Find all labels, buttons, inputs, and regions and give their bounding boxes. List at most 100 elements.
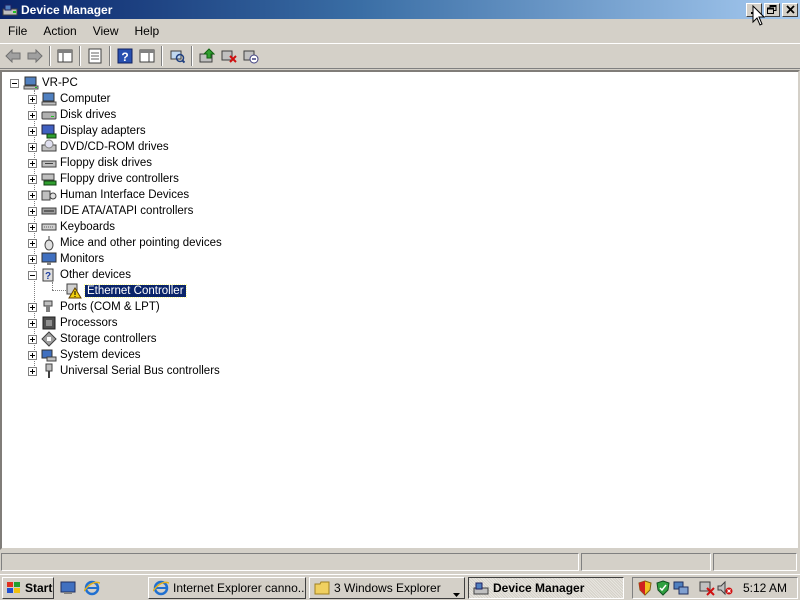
start-button[interactable]: Start bbox=[2, 576, 54, 599]
help-icon[interactable]: ? bbox=[114, 45, 136, 67]
tree-device-item[interactable]: Ethernet Controller bbox=[66, 283, 187, 299]
network-disconnected-icon[interactable] bbox=[699, 580, 715, 596]
mouse-icon bbox=[41, 235, 57, 251]
update-driver-icon[interactable] bbox=[196, 45, 218, 67]
show-hide-action-pane-icon[interactable] bbox=[136, 45, 158, 67]
computer-icon bbox=[23, 75, 39, 91]
show-hide-tree-icon[interactable] bbox=[54, 45, 76, 67]
folder-icon bbox=[314, 580, 330, 596]
tree-item-label: Mice and other pointing devices bbox=[60, 237, 222, 249]
expand-toggle[interactable] bbox=[28, 222, 37, 232]
expand-toggle[interactable] bbox=[28, 366, 37, 376]
tree-category[interactable]: Disk drives bbox=[28, 107, 116, 123]
network-icon[interactable] bbox=[673, 580, 689, 596]
task-device-manager[interactable]: Device Manager bbox=[468, 576, 624, 599]
tree-category[interactable]: Keyboards bbox=[28, 219, 115, 235]
taskbar: Start Internet Explorer canno... 3 Windo… bbox=[0, 574, 800, 600]
tree-item-label: Disk drives bbox=[60, 109, 117, 121]
port-icon bbox=[41, 299, 57, 315]
tree-category[interactable]: Universal Serial Bus controllers bbox=[28, 363, 220, 379]
tree-category[interactable]: Human Interface Devices bbox=[28, 187, 189, 203]
svg-text:?: ? bbox=[121, 50, 128, 64]
back-icon[interactable] bbox=[2, 45, 24, 67]
forward-icon[interactable] bbox=[24, 45, 46, 67]
unknown-device-icon: ? bbox=[41, 267, 57, 283]
tree-category[interactable]: Monitors bbox=[28, 251, 104, 267]
disable-icon[interactable] bbox=[240, 45, 262, 67]
menu-help[interactable]: Help bbox=[127, 24, 168, 38]
warning-device-icon bbox=[66, 283, 82, 299]
tree-root[interactable]: VR-PC bbox=[10, 75, 78, 91]
device-tree[interactable]: VR-PC Computer Disk drives Display adapter… bbox=[0, 70, 800, 550]
tree-category[interactable]: Ports (COM & LPT) bbox=[28, 299, 160, 315]
tree-category[interactable]: DVD/CD-ROM drives bbox=[28, 139, 169, 155]
expand-toggle[interactable] bbox=[28, 142, 37, 152]
menu-action[interactable]: Action bbox=[35, 24, 84, 38]
tree-item-label: Computer bbox=[60, 93, 111, 105]
toolbar-separator bbox=[49, 46, 51, 66]
storage-controller-icon bbox=[41, 331, 57, 347]
svg-text:?: ? bbox=[45, 271, 51, 282]
expand-toggle[interactable] bbox=[28, 238, 37, 248]
computer-icon bbox=[41, 91, 57, 107]
expand-toggle[interactable] bbox=[28, 110, 37, 120]
system-tray: 5:12 AM bbox=[632, 577, 798, 599]
expand-toggle[interactable] bbox=[28, 254, 37, 264]
expand-toggle[interactable] bbox=[28, 350, 37, 360]
tree-item-label: Processors bbox=[60, 317, 118, 329]
internet-explorer-icon[interactable] bbox=[82, 578, 102, 598]
status-pane-main bbox=[1, 553, 579, 571]
task-windows-explorer[interactable]: 3 Windows Explorer bbox=[309, 576, 465, 599]
start-label: Start bbox=[25, 580, 53, 595]
toolbar-separator bbox=[191, 46, 193, 66]
expand-toggle[interactable] bbox=[28, 206, 37, 216]
floppy-disk-icon bbox=[41, 155, 57, 171]
tree-category[interactable]: Storage controllers bbox=[28, 331, 157, 347]
properties-icon[interactable] bbox=[84, 45, 106, 67]
tree-category[interactable]: Mice and other pointing devices bbox=[28, 235, 222, 251]
keyboard-icon bbox=[41, 219, 57, 235]
task-internet-explorer[interactable]: Internet Explorer canno... bbox=[148, 576, 306, 599]
expand-toggle[interactable] bbox=[28, 302, 37, 312]
mouse-cursor-icon bbox=[752, 4, 766, 30]
expand-toggle[interactable] bbox=[28, 190, 37, 200]
expand-toggle[interactable] bbox=[28, 174, 37, 184]
window-title: Device Manager bbox=[21, 2, 113, 17]
volume-muted-icon[interactable] bbox=[717, 580, 733, 596]
menu-view[interactable]: View bbox=[85, 24, 127, 38]
expand-toggle[interactable] bbox=[28, 158, 37, 168]
scan-hardware-changes-icon[interactable] bbox=[166, 45, 188, 67]
tree-item-label: Human Interface Devices bbox=[60, 189, 190, 201]
tree-item-label: DVD/CD-ROM drives bbox=[60, 141, 169, 153]
restore-button[interactable] bbox=[764, 2, 780, 17]
windows-update-icon[interactable] bbox=[655, 580, 671, 596]
tree-item-label: IDE ATA/ATAPI controllers bbox=[60, 205, 194, 217]
tree-category[interactable]: Floppy disk drives bbox=[28, 155, 152, 171]
uninstall-icon[interactable] bbox=[218, 45, 240, 67]
monitor-icon bbox=[41, 251, 57, 267]
tree-category[interactable]: Floppy drive controllers bbox=[28, 171, 179, 187]
tree-category[interactable]: Computer bbox=[28, 91, 111, 107]
menu-file[interactable]: File bbox=[0, 24, 35, 38]
tree-category[interactable]: ? Other devices bbox=[28, 267, 131, 283]
display-adapter-icon bbox=[41, 123, 57, 139]
clock: 5:12 AM bbox=[742, 581, 787, 595]
tree-category[interactable]: IDE ATA/ATAPI controllers bbox=[28, 203, 193, 219]
expand-toggle[interactable] bbox=[28, 318, 37, 328]
expand-toggle[interactable] bbox=[28, 94, 37, 104]
collapse-toggle[interactable] bbox=[10, 78, 19, 88]
tree-item-label: Keyboards bbox=[60, 221, 115, 233]
expand-toggle[interactable] bbox=[28, 126, 37, 136]
security-shield-icon[interactable] bbox=[637, 580, 653, 596]
close-button[interactable] bbox=[782, 2, 798, 17]
tree-category[interactable]: System devices bbox=[28, 347, 141, 363]
expand-toggle[interactable] bbox=[28, 334, 37, 344]
toolbar-separator bbox=[79, 46, 81, 66]
status-pane-2 bbox=[581, 553, 711, 571]
tree-category[interactable]: Processors bbox=[28, 315, 118, 331]
show-desktop-icon[interactable] bbox=[58, 578, 78, 598]
tree-item-label: Ethernet Controller bbox=[84, 284, 187, 298]
tree-category[interactable]: Display adapters bbox=[28, 123, 146, 139]
title-bar[interactable]: Device Manager bbox=[0, 0, 800, 19]
collapse-toggle[interactable] bbox=[28, 270, 37, 280]
